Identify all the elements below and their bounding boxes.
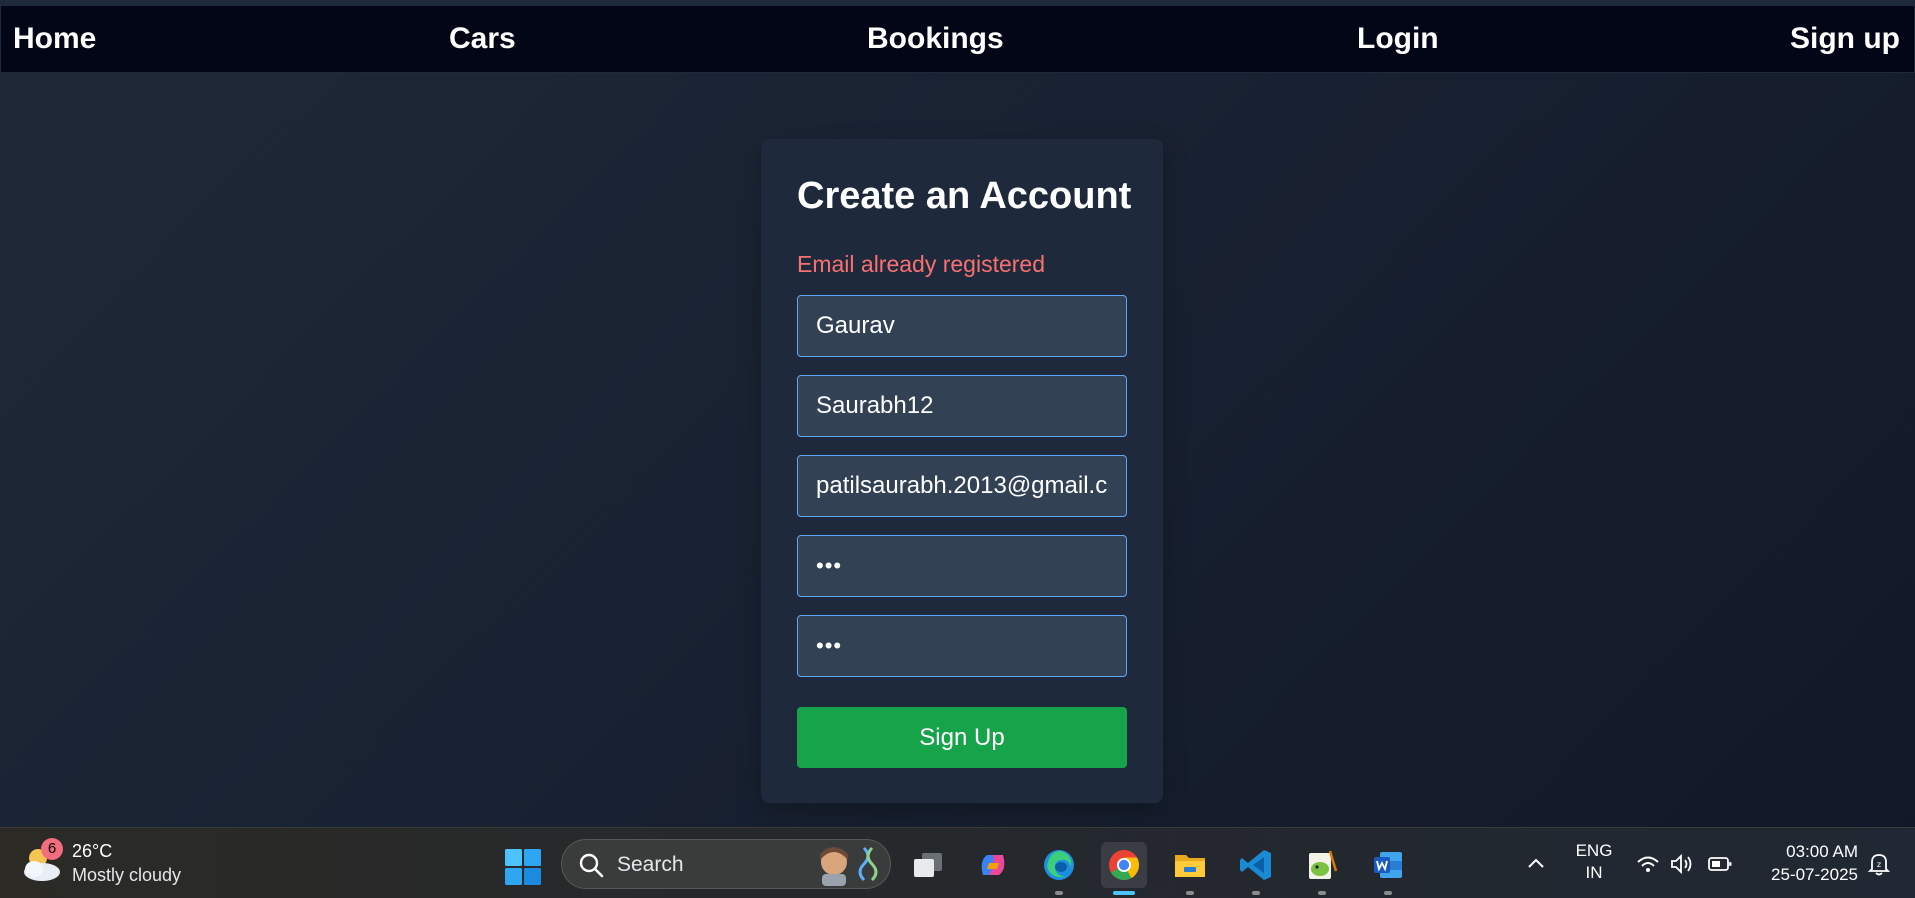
weather-condition: Mostly cloudy (72, 865, 182, 885)
error-message: Email already registered (797, 251, 1046, 277)
confirm-password-input[interactable]: ••• (797, 615, 1127, 677)
running-indicator (1318, 891, 1326, 895)
nav-home-link[interactable]: Home (13, 6, 96, 72)
taskbar-vscode[interactable] (1233, 842, 1279, 895)
copilot-icon (981, 855, 1005, 875)
username-input[interactable]: Saurabh12 (797, 375, 1127, 437)
taskbar-word[interactable] (1365, 842, 1411, 895)
running-indicator (1186, 891, 1194, 895)
file-explorer-icon (1175, 855, 1205, 877)
notification-bell-icon[interactable]: z (1866, 851, 1892, 877)
wifi-icon[interactable] (1635, 851, 1661, 877)
edge-icon (1044, 850, 1074, 880)
signup-submit-button[interactable]: Sign Up (797, 707, 1127, 768)
taskbar-edge[interactable] (1036, 842, 1082, 895)
taskbar: 6 26°C Mostly cloudy Search ENG IN 03:00… (0, 827, 1915, 898)
language-code: ENG (1575, 841, 1613, 860)
taskbar-copilot[interactable] (970, 842, 1016, 888)
email-input[interactable]: patilsaurabh.2013@gmail.c (797, 455, 1127, 517)
search-highlight-image (820, 846, 878, 886)
taskbar-file-explorer[interactable] (1167, 842, 1213, 895)
notepad-plus-plus-icon (1309, 850, 1338, 879)
running-indicator (1055, 891, 1063, 895)
system-clock[interactable]: 03:00 AM 25-07-2025 (1748, 840, 1858, 886)
name-input[interactable]: Gaurav (797, 295, 1127, 357)
region-code: IN (1585, 863, 1603, 882)
chevron-up-icon[interactable] (1524, 852, 1548, 876)
battery-icon[interactable] (1707, 851, 1733, 877)
nav-login-link[interactable]: Login (1357, 6, 1439, 72)
signup-card: Create an Account Email already register… (761, 139, 1163, 803)
search-label: Search (617, 853, 684, 876)
nav-cars-link[interactable]: Cars (449, 6, 516, 72)
clock-date: 25-07-2025 (1771, 865, 1858, 884)
navbar: Home Cars Bookings Login Sign up (0, 5, 1915, 73)
weather-badge: 6 (41, 838, 63, 860)
running-indicator (1252, 891, 1260, 895)
taskbar-task-view[interactable] (905, 842, 951, 888)
svg-text:z: z (1877, 860, 1881, 869)
password-input[interactable]: ••• (797, 535, 1127, 597)
chrome-icon (1109, 850, 1140, 881)
taskbar-notepad-plus-plus[interactable] (1299, 842, 1345, 895)
word-icon (1374, 852, 1402, 878)
volume-icon[interactable] (1668, 851, 1694, 877)
task-view-icon (914, 853, 942, 877)
clock-time: 03:00 AM (1786, 842, 1858, 861)
weather-temperature: 26°C (72, 841, 113, 861)
active-indicator (1113, 891, 1135, 895)
language-indicator[interactable]: ENG IN (1574, 840, 1614, 884)
nav-signup-link[interactable]: Sign up (1790, 6, 1900, 72)
vscode-icon (1240, 850, 1271, 880)
running-indicator (1384, 891, 1392, 895)
windows-start-icon[interactable] (504, 848, 542, 886)
taskbar-search-box[interactable]: Search (561, 839, 891, 889)
taskbar-chrome[interactable] (1101, 842, 1147, 895)
search-icon (579, 853, 604, 878)
nav-bookings-link[interactable]: Bookings (867, 6, 1004, 72)
page-title: Create an Account (797, 175, 1132, 217)
